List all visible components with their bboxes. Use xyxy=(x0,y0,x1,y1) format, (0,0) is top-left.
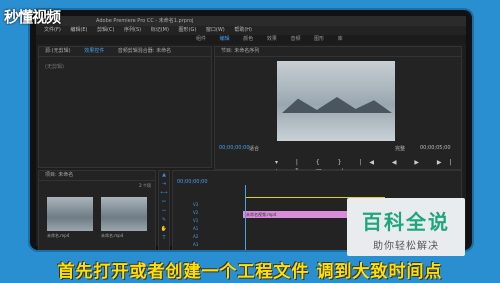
hand-tool-icon[interactable]: ✋ xyxy=(159,225,169,234)
program-tab[interactable]: 节目: 未命名序列 xyxy=(215,47,461,57)
tab-effect-controls[interactable]: 效果控件 xyxy=(84,48,104,54)
project-tab[interactable]: 项目: 未命名 xyxy=(39,171,155,181)
track-label[interactable]: V1 xyxy=(193,217,198,225)
type-tool-icon[interactable]: T xyxy=(159,234,169,243)
menu-sequence[interactable]: 序列(S) xyxy=(124,27,141,33)
clip-thumbnail[interactable] xyxy=(47,197,93,231)
tab-audio-mixer[interactable]: 音频剪辑混合器: 未命名 xyxy=(118,48,171,54)
track-label[interactable]: A3 xyxy=(193,241,198,249)
tools-panel: ▲ ⇥ ⟷ ✂ ⇿ ✎ ✋ T xyxy=(158,170,170,250)
badge-title: 百科全说 xyxy=(362,210,450,234)
source-empty-text: (无剪辑) xyxy=(45,64,64,70)
program-preview-image xyxy=(277,61,395,141)
video-logo: 秒懂视频 xyxy=(4,8,61,26)
menu-edit[interactable]: 编辑(E) xyxy=(70,27,87,33)
brand-badge: 百科全说 助你轻松解决 xyxy=(347,198,465,256)
clip-thumbnail[interactable] xyxy=(101,197,147,231)
workspace-tab[interactable]: 音频 xyxy=(290,36,300,42)
pen-tool-icon[interactable]: ✎ xyxy=(159,216,169,225)
ripple-edit-icon[interactable]: ⟷ xyxy=(159,189,169,198)
menu-bar: 文件(F) 编辑(E) 剪辑(C) 序列(S) 标记(M) 图形(G) 窗口(W… xyxy=(36,26,466,35)
workspace-bar: 组件 编辑 颜色 效果 音频 图形 库 xyxy=(36,35,466,44)
subtitle-caption: 首先打开或者创建一个工程文件 调到大致时间点 xyxy=(57,262,443,282)
menu-graphics[interactable]: 图形(G) xyxy=(179,27,197,33)
project-item-count: 2 个项 xyxy=(139,183,151,188)
workspace-tab[interactable]: 效果 xyxy=(267,36,277,42)
track-label[interactable]: V2 xyxy=(193,209,198,217)
source-panel: 源:(无剪辑) 效果控件 音频剪辑混合器: 未命名 (无剪辑) xyxy=(38,46,212,168)
menu-window[interactable]: 窗口(W) xyxy=(206,27,225,33)
track-select-icon[interactable]: ⇥ xyxy=(159,180,169,189)
track-label[interactable]: A2 xyxy=(193,233,198,241)
track-label[interactable]: A1 xyxy=(193,225,198,233)
menu-help[interactable]: 帮助(H) xyxy=(234,27,252,33)
playhead[interactable] xyxy=(245,185,246,250)
timeline-timecode[interactable]: 00;00;00;00 xyxy=(177,179,208,185)
workspace-tab[interactable]: 图形 xyxy=(314,36,324,42)
workspace-tab[interactable]: 组件 xyxy=(196,36,206,42)
slip-tool-icon[interactable]: ⇿ xyxy=(159,207,169,216)
workspace-tab[interactable]: 库 xyxy=(338,36,343,42)
program-end-timecode: 00;00;05;00 xyxy=(420,145,451,151)
tab-source[interactable]: 源:(无剪辑) xyxy=(45,48,71,54)
resolution-select[interactable]: 完整 xyxy=(395,145,405,152)
source-tabs: 源:(无剪辑) 效果控件 音频剪辑混合器: 未命名 xyxy=(39,47,211,57)
title-bar: Adobe Premiere Pro CC - 未命名1.prproj xyxy=(36,16,466,26)
clip-name: 未命名.mp4 xyxy=(47,233,70,238)
workspace-tab-edit[interactable]: 编辑 xyxy=(220,36,230,42)
selection-tool-icon[interactable]: ▲ xyxy=(159,171,169,180)
razor-tool-icon[interactable]: ✂ xyxy=(159,198,169,207)
clip-name: 未命名.mp4 xyxy=(101,233,124,238)
program-monitor: 节目: 未命名序列 00;00;00;00 适合 完整 00;00;05;00 … xyxy=(214,46,462,175)
track-label[interactable]: V3 xyxy=(193,201,198,209)
menu-file[interactable]: 文件(F) xyxy=(44,27,61,33)
project-panel: 项目: 未命名 2 个项 未命名.mp4 未命名.mp4 xyxy=(38,170,156,250)
badge-subtitle: 助你轻松解决 xyxy=(373,241,439,252)
menu-marker[interactable]: 标记(M) xyxy=(151,27,169,33)
track-labels: V3 V2 V1 A1 A2 A3 xyxy=(193,201,198,249)
zoom-select[interactable]: 适合 xyxy=(249,145,259,152)
program-timecode[interactable]: 00;00;00;00 xyxy=(219,145,250,151)
workspace-tab[interactable]: 颜色 xyxy=(243,36,253,42)
menu-clip[interactable]: 剪辑(C) xyxy=(97,27,114,33)
